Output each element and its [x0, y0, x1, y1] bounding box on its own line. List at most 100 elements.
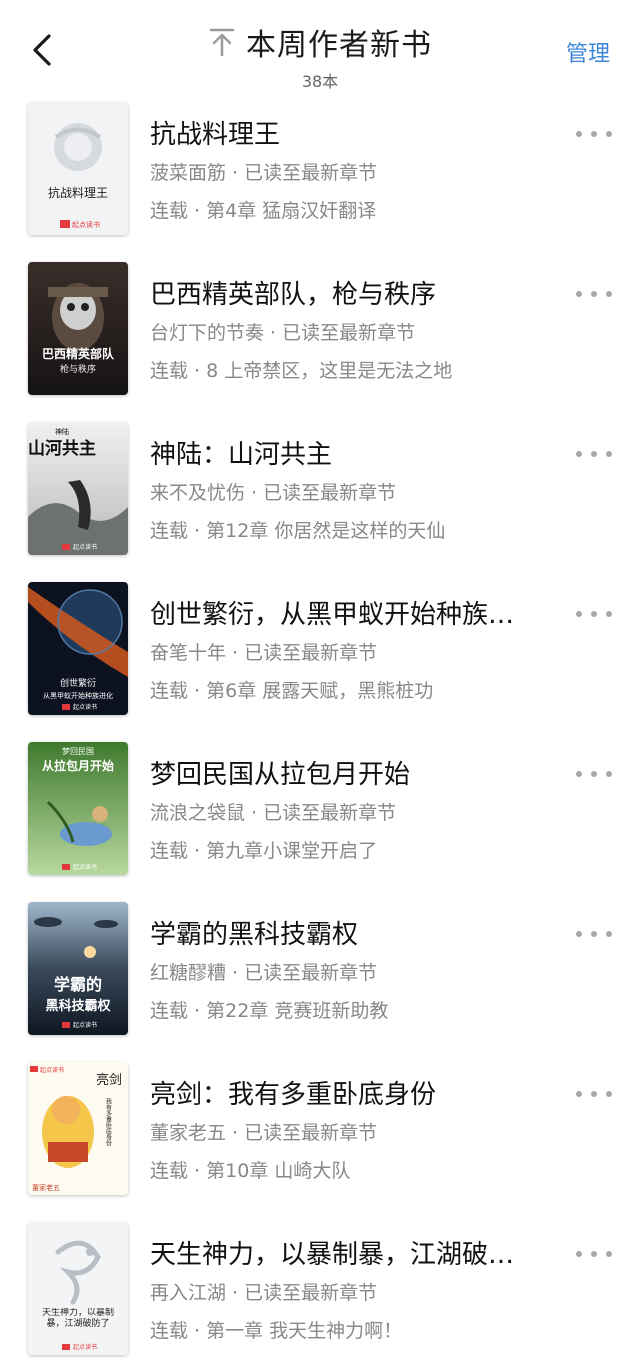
latest-chapter: 第4章 猛扇汉奸翻译 — [206, 200, 377, 222]
cover-title-text: 亮剑 — [96, 1072, 122, 1088]
pin-top-icon[interactable] — [208, 27, 236, 57]
separator-dot: · — [245, 482, 264, 504]
read-status: 已读至最新章节 — [282, 322, 416, 344]
book-item[interactable]: 神陆 山河共主 起点读书 神陆：山河共主 来不及忧伤 · 已读至最新章节 连载 … — [0, 412, 640, 572]
book-chapter-line: 连载 · 第10章 山崎大队 — [150, 1156, 570, 1183]
book-title[interactable]: 学霸的黑科技霸权 — [150, 914, 555, 951]
book-item[interactable]: 起点读书 亮剑 我有多重卧底身份 董家老五 亮剑：我有多重卧底身份 董家老五 ·… — [0, 1052, 640, 1212]
book-item[interactable]: 天生神力，以暴制暴，江湖破防了 起点读书 天生神力，以暴制暴，江湖破… 再入江湖… — [0, 1212, 640, 1372]
book-cover[interactable]: 抗战料理王 起点读书 — [28, 102, 128, 235]
book-title[interactable]: 亮剑：我有多重卧底身份 — [150, 1074, 555, 1111]
book-meta: 菠菜面筋 · 已读至最新章节 — [150, 158, 570, 185]
book-meta: 台灯下的节奏 · 已读至最新章节 — [150, 318, 570, 345]
book-meta: 再入江湖 · 已读至最新章节 — [150, 1278, 570, 1305]
more-icon — [576, 291, 582, 297]
more-icon — [576, 451, 582, 457]
book-item[interactable]: 创世繁衍 从黑甲蚁开始种族进化 起点读书 创世繁衍，从黑甲蚁开始种族… 奋笔十年… — [0, 572, 640, 732]
book-author: 奋笔十年 — [150, 642, 227, 664]
book-author: 菠菜面筋 — [150, 162, 227, 184]
more-options-button[interactable] — [576, 1246, 612, 1262]
more-options-button[interactable] — [576, 766, 612, 782]
book-chapter-line: 连载 · 8 上帝禁区，这里是无法之地 — [150, 356, 570, 383]
book-title[interactable]: 神陆：山河共主 — [150, 434, 555, 471]
more-options-button[interactable] — [576, 926, 612, 942]
more-icon — [576, 611, 582, 617]
separator-dot: · — [188, 1160, 207, 1182]
more-options-button[interactable] — [576, 286, 612, 302]
read-status: 已读至最新章节 — [244, 1122, 378, 1144]
book-meta: 流浪之袋鼠 · 已读至最新章节 — [150, 798, 570, 825]
book-title[interactable]: 创世繁衍，从黑甲蚁开始种族… — [150, 594, 555, 631]
separator-dot: · — [245, 802, 264, 824]
separator-dot: · — [226, 642, 245, 664]
book-cover[interactable]: 起点读书 亮剑 我有多重卧底身份 董家老五 — [28, 1062, 128, 1195]
read-status: 已读至最新章节 — [244, 962, 378, 984]
separator-dot: · — [188, 360, 207, 382]
separator-dot: · — [226, 962, 245, 984]
book-author: 董家老五 — [150, 1122, 227, 1144]
read-status: 已读至最新章节 — [244, 642, 378, 664]
read-status: 已读至最新章节 — [263, 802, 397, 824]
book-cover[interactable]: 天生神力，以暴制暴，江湖破防了 起点读书 — [28, 1222, 128, 1355]
serial-status: 连载 — [150, 360, 189, 382]
book-meta: 董家老五 · 已读至最新章节 — [150, 1118, 570, 1145]
book-count: 38本 — [301, 72, 339, 91]
latest-chapter: 第10章 山崎大队 — [206, 1160, 351, 1182]
cover-brand-text: 起点读书 — [73, 543, 97, 551]
cover-title-text: 创世繁衍 — [60, 677, 96, 689]
separator-dot: · — [226, 1282, 245, 1304]
cover-title-text: 山河共主 — [28, 438, 96, 459]
book-title[interactable]: 天生神力，以暴制暴，江湖破… — [150, 1234, 555, 1271]
book-title[interactable]: 梦回民国从拉包月开始 — [150, 754, 555, 791]
cover-brand-text: 起点读书 — [73, 703, 97, 711]
more-options-button[interactable] — [576, 1086, 612, 1102]
book-chapter-line: 连载 · 第九章小课堂开启了 — [150, 836, 570, 863]
cover-sub-text: 从黑甲蚁开始种族进化 — [43, 691, 113, 700]
book-chapter-line: 连载 · 第12章 你居然是这样的天仙 — [150, 516, 570, 543]
separator-dot: · — [188, 680, 207, 702]
read-status: 已读至最新章节 — [244, 162, 378, 184]
more-options-button[interactable] — [576, 446, 612, 462]
book-cover[interactable]: 梦回民国 从拉包月开始 起点读书 — [28, 742, 128, 875]
read-status: 已读至最新章节 — [244, 1282, 378, 1304]
separator-dot: · — [264, 322, 283, 344]
book-cover[interactable]: 巴西精英部队 枪与秩序 — [28, 262, 128, 395]
serial-status: 连载 — [150, 520, 189, 542]
book-item[interactable]: 梦回民国 从拉包月开始 起点读书 梦回民国从拉包月开始 流浪之袋鼠 · 已读至最… — [0, 732, 640, 892]
book-cover[interactable]: 学霸的 黑科技霸权 起点读书 — [28, 902, 128, 1035]
serial-status: 连载 — [150, 680, 189, 702]
serial-status: 连载 — [150, 1000, 189, 1022]
page-title: 本周作者新书 — [246, 28, 432, 63]
latest-chapter: 第一章 我天生神力啊！ — [206, 1320, 403, 1342]
book-cover[interactable]: 创世繁衍 从黑甲蚁开始种族进化 起点读书 — [28, 582, 128, 715]
book-item[interactable]: 抗战料理王 起点读书 抗战料理王 菠菜面筋 · 已读至最新章节 连载 · 第4章… — [0, 92, 640, 252]
book-cover[interactable]: 神陆 山河共主 起点读书 — [28, 422, 128, 555]
separator-dot: · — [188, 840, 207, 862]
cover-title-text: 抗战料理王 — [48, 185, 108, 200]
book-item[interactable]: 学霸的 黑科技霸权 起点读书 学霸的黑科技霸权 红糖醪糟 · 已读至最新章节 连… — [0, 892, 640, 1052]
read-status: 已读至最新章节 — [263, 482, 397, 504]
book-meta: 来不及忧伤 · 已读至最新章节 — [150, 478, 570, 505]
title-block: 本周作者新书 38本 — [0, 20, 640, 92]
book-meta: 红糖醪糟 · 已读至最新章节 — [150, 958, 570, 985]
book-author: 来不及忧伤 — [150, 482, 246, 504]
serial-status: 连载 — [150, 840, 189, 862]
book-item[interactable]: 巴西精英部队 枪与秩序 巴西精英部队，枪与秩序 台灯下的节奏 · 已读至最新章节… — [0, 252, 640, 412]
cover-brand-text: 起点读书 — [40, 1066, 64, 1074]
separator-dot: · — [188, 1000, 207, 1022]
cover-brand-text: 起点读书 — [72, 220, 100, 229]
manage-button[interactable]: 管理 — [566, 36, 610, 68]
cover-sub-text: 神陆 — [55, 427, 69, 436]
more-icon — [576, 131, 582, 137]
more-options-button[interactable] — [576, 606, 612, 622]
more-options-button[interactable] — [576, 126, 612, 142]
cover-sub-text: 枪与秩序 — [60, 363, 96, 375]
book-list: 抗战料理王 起点读书 抗战料理王 菠菜面筋 · 已读至最新章节 连载 · 第4章… — [0, 92, 640, 1372]
separator-dot: · — [188, 1320, 207, 1342]
serial-status: 连载 — [150, 200, 189, 222]
book-chapter-line: 连载 · 第22章 竞赛班新助教 — [150, 996, 570, 1023]
book-title[interactable]: 抗战料理王 — [150, 114, 555, 151]
separator-dot: · — [188, 520, 207, 542]
cover-title-text: 天生神力，以暴制暴，江湖破防了 — [41, 1308, 114, 1329]
book-title[interactable]: 巴西精英部队，枪与秩序 — [150, 274, 555, 311]
